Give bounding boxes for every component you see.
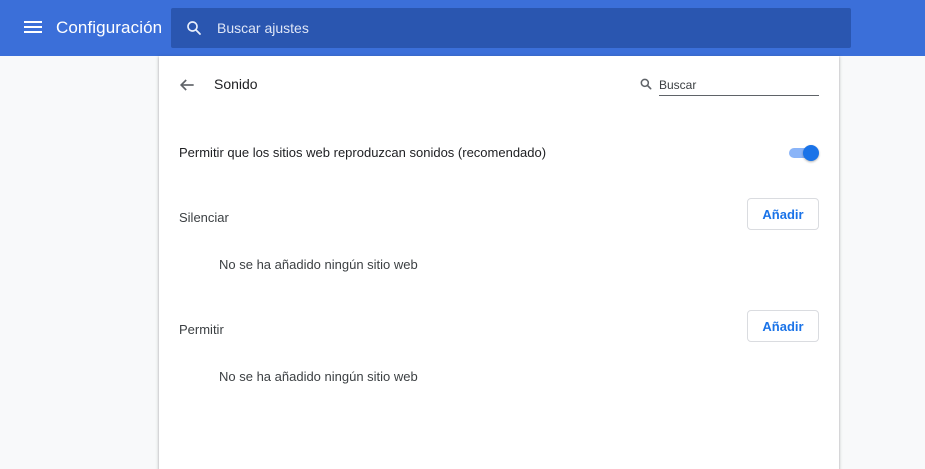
toggle-knob [803, 145, 819, 161]
top-app-bar: Configuración [0, 0, 925, 56]
subpage-search[interactable] [639, 74, 819, 96]
mute-empty-text: No se ha añadido ningún sitio web [219, 257, 418, 272]
allow-add-button[interactable]: Añadir [747, 310, 819, 342]
global-search-input[interactable] [217, 16, 817, 40]
search-icon [187, 21, 201, 35]
mute-add-button[interactable]: Añadir [747, 198, 819, 230]
global-search-box[interactable] [171, 8, 851, 48]
page-title: Sonido [214, 76, 258, 92]
subpage-search-input[interactable] [659, 74, 819, 96]
app-title: Configuración [56, 18, 163, 37]
allow-section-label: Permitir [179, 322, 224, 337]
allow-sound-toggle[interactable] [787, 145, 819, 161]
allow-empty-text: No se ha añadido ningún sitio web [219, 369, 418, 384]
menu-icon[interactable] [22, 18, 44, 38]
sound-settings-card: Sonido Permitir que los sitios web repro… [159, 56, 839, 469]
back-arrow-icon[interactable] [177, 75, 197, 95]
mute-section-label: Silenciar [179, 210, 229, 225]
search-icon [640, 78, 652, 90]
allow-sound-label: Permitir que los sitios web reproduzcan … [179, 145, 547, 160]
